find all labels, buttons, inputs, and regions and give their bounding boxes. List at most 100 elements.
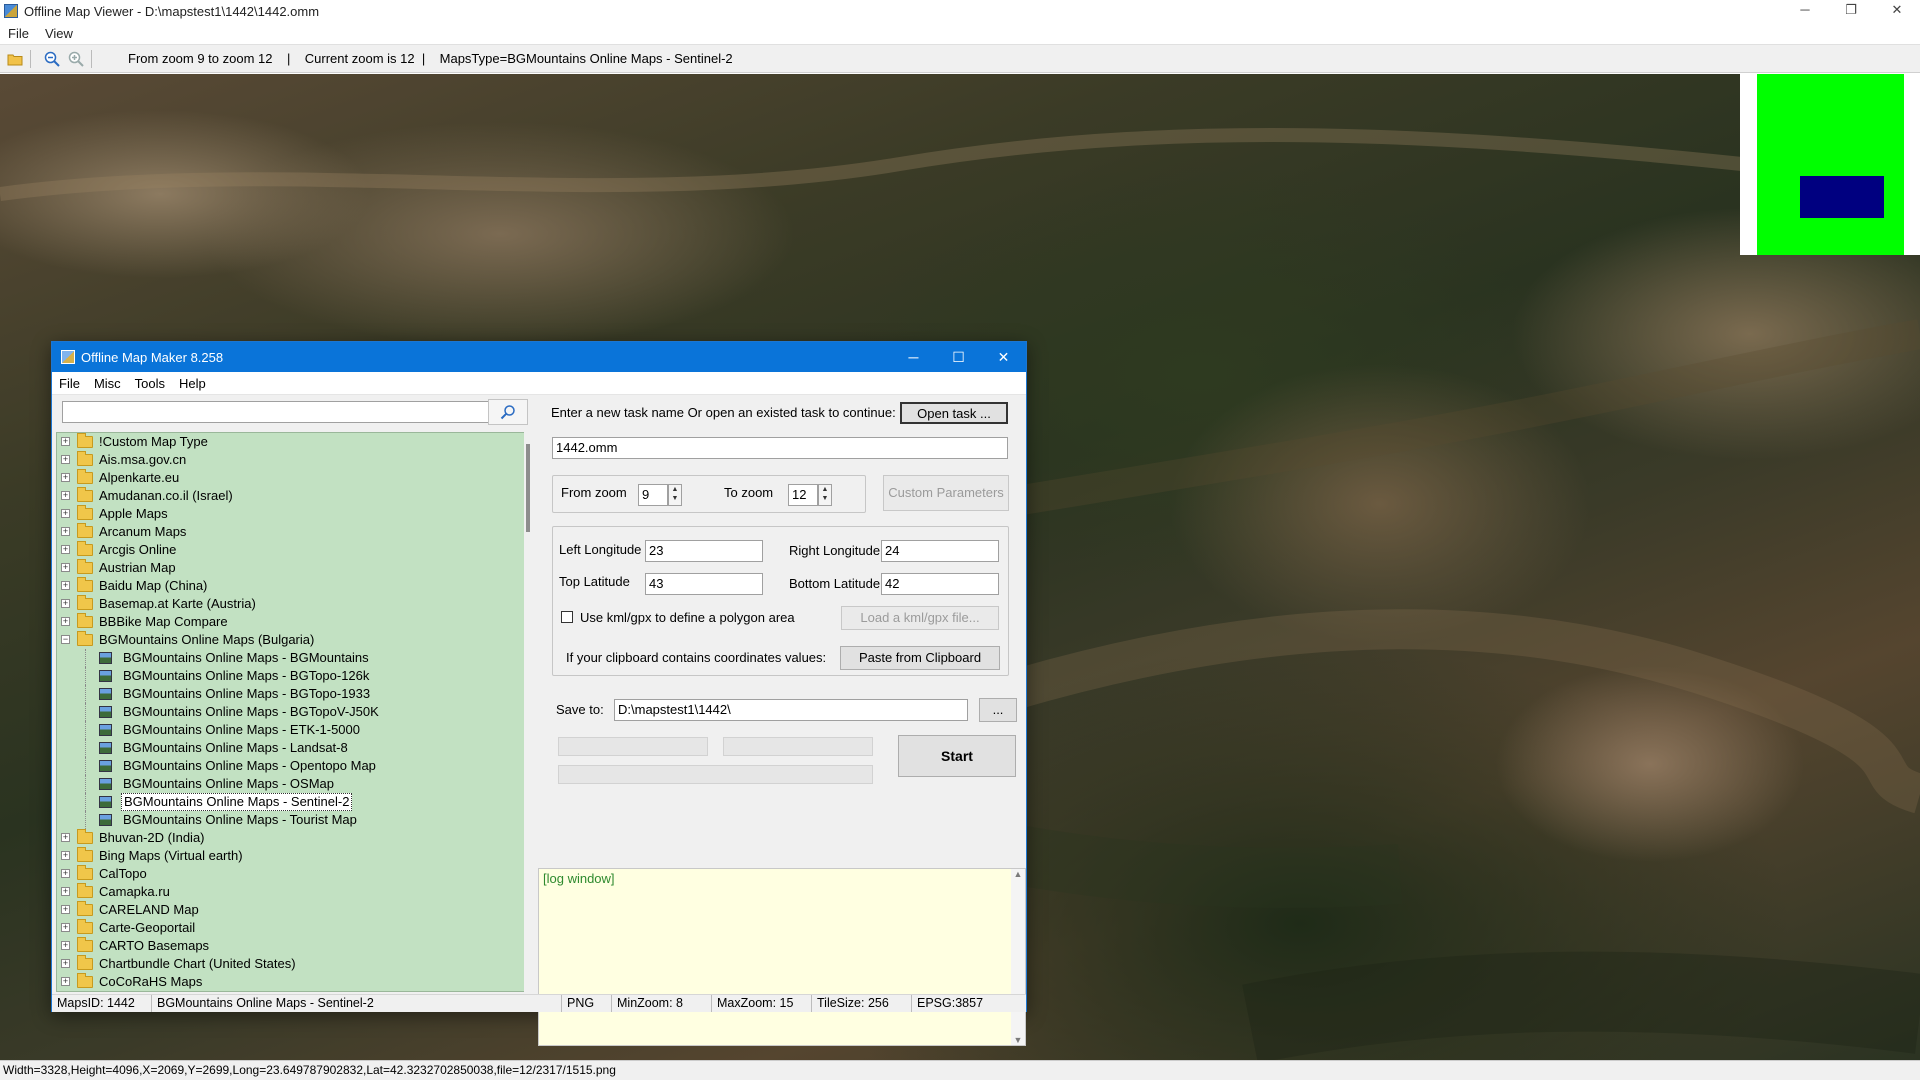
paste-from-clipboard-button[interactable]: Paste from Clipboard: [840, 646, 1000, 670]
scroll-up-icon[interactable]: ▲: [1011, 869, 1025, 879]
expand-icon[interactable]: +: [61, 473, 70, 482]
dialog-menu-file[interactable]: File: [52, 376, 87, 391]
tree-child-item[interactable]: BGMountains Online Maps - ETK-1-5000: [57, 721, 525, 739]
dialog-minimize-button[interactable]: ─: [891, 342, 936, 372]
tree-item[interactable]: + Bhuvan-2D (India): [57, 829, 525, 847]
tree-item[interactable]: + Apple Maps: [57, 505, 525, 523]
log-window[interactable]: [log window] ▲ ▼: [538, 868, 1026, 1046]
tree-item[interactable]: + Chartbundle Chart (United States): [57, 955, 525, 973]
expand-icon[interactable]: +: [61, 581, 70, 590]
left-longitude-input[interactable]: 23: [645, 540, 763, 562]
menu-file[interactable]: File: [0, 26, 37, 41]
tree-item[interactable]: + Alpenkarte.eu: [57, 469, 525, 487]
dialog-close-button[interactable]: ✕: [981, 342, 1026, 372]
tree-item[interactable]: + Basemap.at Karte (Austria): [57, 595, 525, 613]
scroll-down-icon[interactable]: ▼: [1011, 1035, 1025, 1045]
tree-item[interactable]: + Amudanan.co.il (Israel): [57, 487, 525, 505]
expand-icon[interactable]: +: [61, 887, 70, 896]
tree-item[interactable]: + Camapka.ru: [57, 883, 525, 901]
tree-item[interactable]: + CARTO Basemaps: [57, 937, 525, 955]
dialog-menu-tools[interactable]: Tools: [128, 376, 172, 391]
tree-item[interactable]: − BGMountains Online Maps (Bulgaria): [57, 631, 525, 649]
search-button[interactable]: [488, 399, 528, 425]
to-zoom-input[interactable]: 12: [788, 484, 818, 506]
tree-child-item[interactable]: BGMountains Online Maps - Landsat-8: [57, 739, 525, 757]
expand-icon[interactable]: +: [61, 869, 70, 878]
map-type-tree[interactable]: + !Custom Map Type + Ais.msa.gov.cn + Alpenka…: [56, 432, 526, 992]
expand-icon[interactable]: +: [61, 959, 70, 968]
expand-icon[interactable]: +: [61, 545, 70, 554]
from-zoom-input[interactable]: 9: [638, 484, 668, 506]
tree-item[interactable]: + Arcanum Maps: [57, 523, 525, 541]
map-icon: [99, 778, 112, 790]
custom-parameters-button[interactable]: Custom Parameters: [883, 475, 1009, 511]
expand-icon[interactable]: +: [61, 923, 70, 932]
expand-icon[interactable]: +: [61, 599, 70, 608]
zoom-in-icon[interactable]: [67, 50, 85, 68]
collapse-icon[interactable]: −: [61, 635, 70, 644]
tree-child-item[interactable]: BGMountains Online Maps - BGMountains: [57, 649, 525, 667]
task-name-input[interactable]: 1442.omm: [552, 437, 1008, 459]
tree-guide-line: [85, 703, 86, 721]
close-button[interactable]: ✕: [1874, 0, 1920, 22]
expand-icon[interactable]: +: [61, 563, 70, 572]
save-to-input[interactable]: D:\mapstest1\1442\: [614, 699, 968, 721]
bottom-latitude-input[interactable]: 42: [881, 573, 999, 595]
zoom-out-icon[interactable]: [43, 50, 61, 68]
dialog-menu-misc[interactable]: Misc: [87, 376, 128, 391]
main-menu-bar: File View: [0, 22, 1920, 44]
expand-icon[interactable]: +: [61, 527, 70, 536]
tree-item[interactable]: + Baidu Map (China): [57, 577, 525, 595]
tree-item[interactable]: + CoCoRaHS Maps: [57, 973, 525, 991]
tree-child-item[interactable]: BGMountains Online Maps - Opentopo Map: [57, 757, 525, 775]
dialog-maximize-button[interactable]: ☐: [936, 342, 981, 372]
tree-item[interactable]: + Carte-Geoportail: [57, 919, 525, 937]
tree-child-item[interactable]: BGMountains Online Maps - Tourist Map: [57, 811, 525, 829]
expand-icon[interactable]: +: [61, 437, 70, 446]
tree-child-item[interactable]: BGMountains Online Maps - BGTopo-1933: [57, 685, 525, 703]
expand-icon[interactable]: +: [61, 851, 70, 860]
tree-item[interactable]: + Austrian Map: [57, 559, 525, 577]
from-zoom-stepper[interactable]: ▲ ▼: [668, 484, 682, 506]
tree-child-item[interactable]: BGMountains Online Maps - BGTopo-126k: [57, 667, 525, 685]
tree-child-item[interactable]: BGMountains Online Maps - BGTopoV-J50K: [57, 703, 525, 721]
tree-item-label: Bhuvan-2D (India): [99, 830, 205, 845]
tree-item[interactable]: + BBBike Map Compare: [57, 613, 525, 631]
tree-item[interactable]: + Arcgis Online: [57, 541, 525, 559]
map-search-input[interactable]: [62, 401, 494, 423]
tree-item[interactable]: + CARELAND Map: [57, 901, 525, 919]
to-zoom-stepper[interactable]: ▲ ▼: [818, 484, 832, 506]
tree-item[interactable]: + Bing Maps (Virtual earth): [57, 847, 525, 865]
open-task-button[interactable]: Open task ...: [900, 402, 1008, 424]
tree-item[interactable]: + !Custom Map Type: [57, 433, 525, 451]
restore-button[interactable]: ❐: [1828, 0, 1874, 22]
right-longitude-input[interactable]: 24: [881, 540, 999, 562]
dialog-menu-help[interactable]: Help: [172, 376, 213, 391]
tree-item[interactable]: + CalTopo: [57, 865, 525, 883]
menu-view[interactable]: View: [37, 26, 81, 41]
expand-icon[interactable]: +: [61, 833, 70, 842]
expand-icon[interactable]: +: [61, 617, 70, 626]
start-button[interactable]: Start: [898, 735, 1016, 777]
overview-map[interactable]: [1740, 74, 1920, 255]
tree-scrollbar-thumb[interactable]: [526, 444, 530, 532]
overview-viewport-box[interactable]: [1800, 176, 1884, 218]
log-scrollbar[interactable]: ▲ ▼: [1011, 869, 1025, 1045]
tree-scrollbar[interactable]: [524, 432, 533, 992]
minimize-button[interactable]: ─: [1782, 0, 1828, 22]
expand-icon[interactable]: +: [61, 491, 70, 500]
expand-icon[interactable]: +: [61, 455, 70, 464]
top-latitude-input[interactable]: 43: [645, 573, 763, 595]
tree-child-item[interactable]: BGMountains Online Maps - Sentinel-2: [57, 793, 525, 811]
map-icon: [99, 670, 112, 682]
browse-folder-button[interactable]: ...: [979, 698, 1017, 722]
expand-icon[interactable]: +: [61, 977, 70, 986]
expand-icon[interactable]: +: [61, 941, 70, 950]
load-kml-button[interactable]: Load a kml/gpx file...: [841, 606, 999, 630]
expand-icon[interactable]: +: [61, 905, 70, 914]
open-folder-icon[interactable]: [6, 50, 24, 68]
expand-icon[interactable]: +: [61, 509, 70, 518]
kml-checkbox[interactable]: [561, 611, 573, 623]
tree-child-item[interactable]: BGMountains Online Maps - OSMap: [57, 775, 525, 793]
tree-item[interactable]: + Ais.msa.gov.cn: [57, 451, 525, 469]
